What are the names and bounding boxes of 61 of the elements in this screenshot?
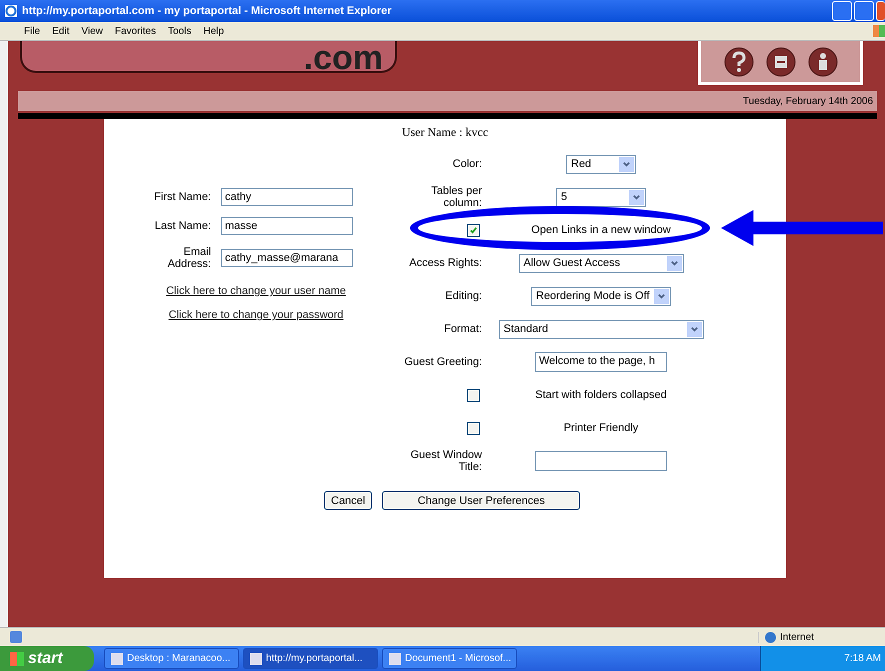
app-icon <box>389 652 401 664</box>
text-field[interactable] <box>535 451 667 471</box>
field-label: Editing: <box>444 290 482 302</box>
minimize-button[interactable] <box>832 1 852 21</box>
taskbar-button[interactable]: http://my.portaportal... <box>243 648 378 669</box>
window-title: http://my.portaportal.com - my portaportal - Microsoft Internet Explorer <box>22 5 393 17</box>
menu-item[interactable]: Help <box>197 26 230 36</box>
text-field[interactable]: cathy_masse@marana <box>221 249 353 267</box>
app-icon <box>250 652 262 664</box>
document-icon[interactable] <box>766 46 796 76</box>
start-button[interactable]: start <box>0 646 94 671</box>
field-label: First Name: <box>153 191 211 203</box>
globe-icon <box>765 632 776 642</box>
form-button[interactable]: Change User Preferences <box>382 491 580 510</box>
field-label: Email Address: <box>166 246 211 270</box>
windows-flag-icon <box>10 652 24 666</box>
browser-icon <box>4 4 18 18</box>
help-icon[interactable] <box>724 46 754 76</box>
taskbar-button[interactable]: Desktop : Maranacoo... <box>104 648 239 669</box>
link[interactable]: Click here to change your password <box>168 309 344 321</box>
field-label: Color: <box>452 158 482 170</box>
checkbox-label: Open Links in a new window <box>531 224 671 236</box>
windows-logo-icon <box>873 25 885 37</box>
checkbox[interactable] <box>467 422 480 434</box>
checkbox-label: Start with folders collapsed <box>535 389 667 401</box>
field-label: Format: <box>443 323 482 335</box>
dropdown[interactable]: Standard <box>498 320 704 338</box>
field-label: Access Rights: <box>408 257 482 269</box>
text-field[interactable]: Welcome to the page, h <box>535 352 667 372</box>
field-label: Last Name: <box>154 220 211 232</box>
restore-button[interactable] <box>854 1 874 21</box>
menu-item[interactable]: Favorites <box>108 26 162 36</box>
page-icon <box>10 631 22 643</box>
taskbar-button[interactable]: Document1 - Microsof... <box>382 648 517 669</box>
form-button[interactable]: Cancel <box>324 491 372 510</box>
checkbox[interactable] <box>467 224 480 236</box>
menu-item[interactable]: File <box>18 26 46 36</box>
menu-item[interactable]: Tools <box>162 26 198 36</box>
checkbox[interactable] <box>467 388 480 402</box>
dropdown[interactable]: Allow Guest Access <box>518 254 684 272</box>
checkmark-icon <box>469 226 478 234</box>
checkbox-label: Printer Friendly <box>564 422 638 434</box>
date-text: Tuesday, February 14th 2006 <box>742 96 873 106</box>
username-text: User Name : kvcc <box>400 125 490 140</box>
app-icon <box>111 652 123 664</box>
zone-text: Internet <box>780 632 814 642</box>
text-field[interactable]: cathy <box>221 188 353 206</box>
field-label: Guest Window Title: <box>409 449 482 473</box>
close-button[interactable] <box>876 1 885 21</box>
menu-item[interactable]: View <box>75 26 109 36</box>
text-field[interactable]: masse <box>221 217 353 235</box>
dropdown[interactable]: 5 <box>556 188 646 206</box>
field-label: Guest Greeting: <box>403 356 482 368</box>
dropdown[interactable]: Red <box>566 154 636 174</box>
logo-banner: .com <box>20 41 397 73</box>
person-icon[interactable] <box>808 46 838 76</box>
link[interactable]: Click here to change your user name <box>166 285 346 297</box>
clock-text: 7:18 AM <box>844 653 881 664</box>
field-label: Tables per column: <box>430 185 482 209</box>
menu-item[interactable]: Edit <box>46 26 76 36</box>
dropdown[interactable]: Reordering Mode is Off <box>531 286 671 306</box>
